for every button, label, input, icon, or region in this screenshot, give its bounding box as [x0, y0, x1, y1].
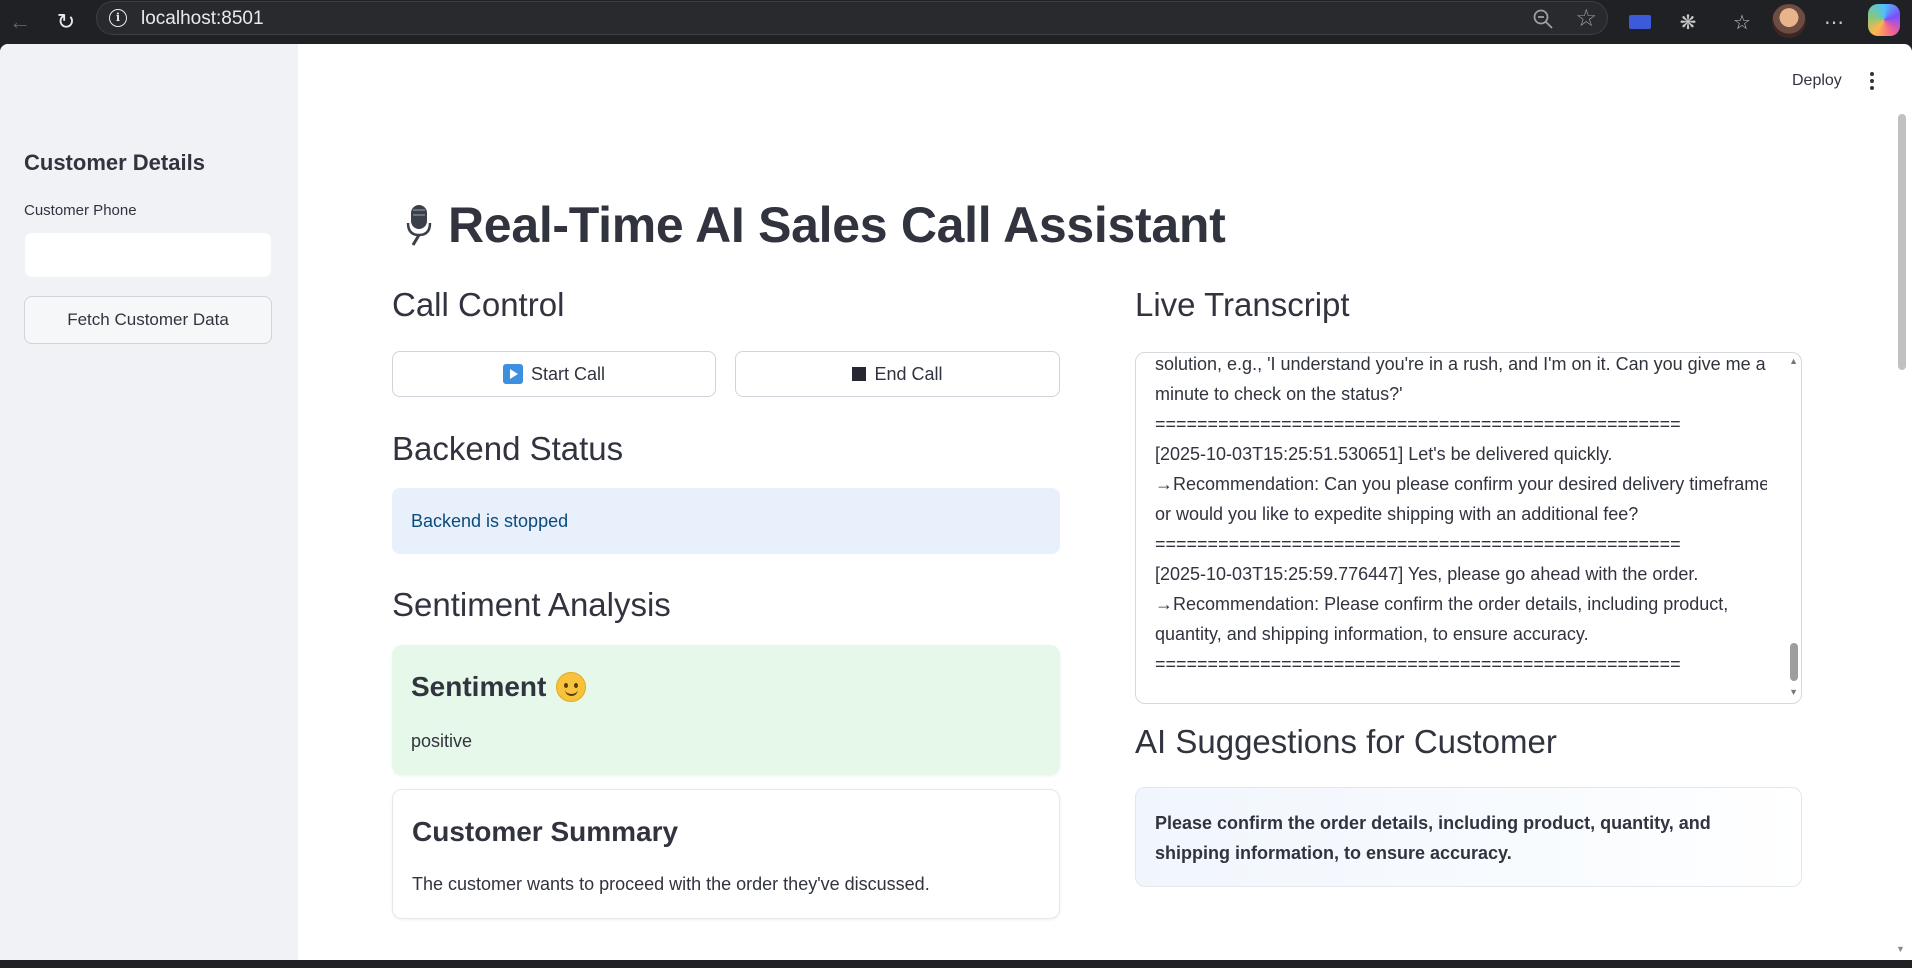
customer-phone-input[interactable]: [24, 232, 272, 278]
sentiment-card-title: Sentiment: [411, 671, 587, 703]
sentiment-title-text: Sentiment: [411, 671, 547, 702]
url-text[interactable]: localhost:8501: [141, 8, 264, 30]
start-call-label: Start Call: [530, 363, 606, 384]
window-bottom-edge: [0, 960, 1912, 968]
live-transcript-heading: Live Transcript: [1135, 286, 1350, 323]
sentiment-card: Sentiment positive: [392, 645, 1060, 775]
favorites-icon[interactable]: ☆: [1724, 4, 1760, 40]
start-call-button[interactable]: Start Call: [392, 351, 716, 397]
end-call-button[interactable]: End Call: [735, 351, 1060, 397]
sidebar-title: Customer Details: [24, 150, 205, 175]
reload-icon[interactable]: ↻: [48, 4, 84, 40]
transcript-line: minute to check on the status?': [1155, 384, 1403, 404]
page-scrollbar[interactable]: [1898, 114, 1906, 370]
live-transcript-textarea[interactable]: solution, e.g., 'I understand you're in …: [1135, 352, 1802, 704]
extension-blue-icon[interactable]: [1622, 4, 1658, 40]
transcript-lines: solution, e.g., 'I understand you're in …: [1155, 353, 1767, 679]
customer-phone-label: Customer Phone: [24, 202, 137, 219]
transcript-line: ========================================…: [1155, 534, 1681, 554]
transcript-line: or would you like to expedite shipping w…: [1155, 504, 1639, 524]
transcript-line: quantity, and shipping information, to e…: [1155, 624, 1589, 644]
page-title: Real-Time AI Sales Call Assistant: [400, 196, 1226, 254]
customer-summary-title: Customer Summary: [412, 816, 679, 847]
deploy-button[interactable]: Deploy: [1780, 64, 1854, 98]
play-icon: [502, 364, 523, 384]
transcript-line: →Recommendation: Please confirm the orde…: [1155, 594, 1729, 614]
streamlit-app: Customer Details Customer Phone Fetch Cu…: [0, 44, 1912, 960]
backend-status-heading: Backend Status: [392, 430, 624, 467]
main-menu-kebab-icon[interactable]: [1862, 64, 1882, 98]
smiling-face-icon: [556, 672, 587, 702]
scroll-down-icon[interactable]: ▼: [1789, 687, 1798, 697]
transcript-line: [2025-10-03T15:25:51.530651] Let's be de…: [1155, 444, 1613, 464]
browser-toolbar: ← ↻ i localhost:8501 ☆ ❋ ☆ ⋯: [0, 0, 1912, 44]
more-menu-icon[interactable]: ⋯: [1816, 4, 1852, 40]
microphone-icon: [406, 205, 432, 246]
site-info-icon[interactable]: i: [109, 9, 127, 27]
back-arrow-icon[interactable]: ←: [2, 4, 38, 40]
transcript-scrollbar[interactable]: ▲ ▼: [1785, 353, 1801, 703]
transcript-line: [2025-10-03T15:25:59.776447] Yes, please…: [1155, 564, 1699, 584]
sentiment-analysis-heading: Sentiment Analysis: [392, 586, 671, 623]
profile-avatar[interactable]: [1772, 4, 1806, 38]
transcript-line: →Recommendation: Can you please confirm …: [1155, 474, 1767, 494]
end-call-label: End Call: [874, 363, 943, 384]
customer-summary-text: The customer wants to proceed with the o…: [412, 874, 930, 894]
call-control-heading: Call Control: [392, 286, 565, 323]
ai-suggestion-box: Please confirm the order details, includ…: [1135, 787, 1802, 887]
scroll-up-icon[interactable]: ▲: [1789, 356, 1798, 366]
page-title-text: Real-Time AI Sales Call Assistant: [448, 197, 1226, 253]
transcript-line: ========================================…: [1155, 414, 1681, 434]
transcript-line: ========================================…: [1155, 654, 1681, 674]
fetch-customer-data-button[interactable]: Fetch Customer Data: [24, 296, 272, 344]
bookmark-star-icon[interactable]: ☆: [1575, 4, 1597, 33]
address-bar[interactable]: i localhost:8501 ☆: [96, 1, 1608, 35]
page-scroll-down-icon[interactable]: ▼: [1896, 944, 1905, 954]
ai-suggestions-heading: AI Suggestions for Customer: [1135, 723, 1557, 760]
zoom-out-icon[interactable]: [1531, 7, 1555, 31]
stop-icon: [852, 367, 867, 381]
copilot-icon[interactable]: [1868, 4, 1900, 36]
ai-suggestion-text: Please confirm the order details, includ…: [1155, 813, 1711, 863]
extensions-puzzle-icon[interactable]: ❋: [1670, 4, 1706, 40]
backend-status-info: Backend is stopped: [392, 488, 1060, 554]
sidebar: Customer Details Customer Phone Fetch Cu…: [0, 44, 298, 960]
transcript-scroll-thumb[interactable]: [1790, 643, 1798, 681]
transcript-line: solution, e.g., 'I understand you're in …: [1155, 354, 1766, 374]
customer-summary-card: Customer Summary The customer wants to p…: [392, 789, 1060, 919]
sentiment-value: positive: [411, 731, 473, 751]
